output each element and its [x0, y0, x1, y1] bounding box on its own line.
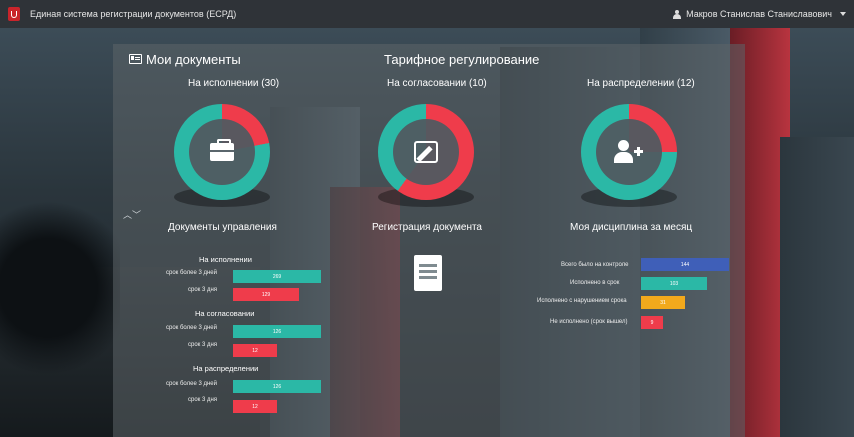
group-title-approval: На согласовании	[195, 309, 255, 318]
edit-icon	[414, 141, 438, 163]
top-navbar: Единая система регистрации документов (Е…	[0, 0, 854, 28]
bar-discipline-late[interactable]: 31	[641, 296, 685, 309]
group-title-distribution: На распределении	[193, 364, 259, 373]
id-card-icon	[129, 54, 142, 64]
app-logo-icon[interactable]	[8, 7, 20, 21]
wave-icon: ︿﹀	[123, 210, 142, 220]
dashboard-panel: Мои документы Тарифное регулирование На …	[113, 44, 745, 437]
row-label: срок 3 дня	[188, 342, 218, 348]
bar-approval-short[interactable]: 12	[233, 344, 277, 357]
row-label: срок более 3 дней	[166, 381, 217, 387]
donut-center	[189, 119, 255, 185]
user-name: Макров Станислав Станиславович	[686, 9, 832, 19]
bar-distribution-short[interactable]: 12	[233, 400, 277, 413]
donut-center	[393, 119, 459, 185]
bar-discipline-ontime[interactable]: 103	[641, 277, 707, 290]
bar-execution-short[interactable]: 129	[233, 288, 299, 301]
bar-discipline-total[interactable]: 144	[641, 258, 729, 271]
briefcase-icon	[210, 139, 234, 161]
row-label: срок 3 дня	[188, 397, 218, 403]
document-icon[interactable]	[414, 255, 442, 291]
app-title[interactable]: Единая система регистрации документов (Е…	[30, 9, 673, 19]
row-label: срок более 3 дней	[166, 270, 217, 276]
bar-distribution-long[interactable]: 126	[233, 380, 321, 393]
donut-distribution[interactable]	[581, 104, 677, 200]
row-label: срок 3 дня	[188, 287, 218, 293]
donut-label-distribution: На распределении (12)	[587, 78, 695, 89]
tariff-heading[interactable]: Тарифное регулирование	[384, 52, 539, 67]
user-menu[interactable]: Макров Станислав Станиславович	[673, 9, 846, 19]
discipline-label: Всего было на контроле	[561, 262, 629, 268]
bar-discipline-overdue[interactable]: 9	[641, 316, 663, 329]
donut-label-approval: На согласовании (10)	[387, 78, 487, 89]
donut-label-execution: На исполнении (30)	[188, 78, 280, 89]
background-building	[780, 137, 854, 437]
management-heading: Документы управления	[168, 222, 277, 233]
discipline-label: Исполнено в срок	[570, 280, 620, 286]
discipline-heading: Моя дисциплина за месяц	[570, 222, 693, 233]
user-icon	[673, 9, 682, 19]
donut-execution[interactable]	[174, 104, 270, 200]
donut-approval[interactable]	[378, 104, 474, 200]
user-add-icon	[614, 140, 644, 164]
chevron-down-icon	[840, 12, 846, 16]
discipline-label: Исполнено с нарушением срока	[537, 298, 627, 304]
bar-execution-long[interactable]: 269	[233, 270, 321, 283]
group-title-execution: На исполнении	[199, 255, 252, 264]
row-label: срок более 3 дней	[166, 325, 217, 331]
background-tree	[0, 188, 120, 388]
donut-center	[596, 119, 662, 185]
my-documents-heading: Мои документы	[146, 52, 241, 67]
registration-heading[interactable]: Регистрация документа	[372, 222, 482, 233]
bar-approval-long[interactable]: 126	[233, 325, 321, 338]
discipline-label: Не исполнено (срок вышел)	[550, 319, 628, 325]
